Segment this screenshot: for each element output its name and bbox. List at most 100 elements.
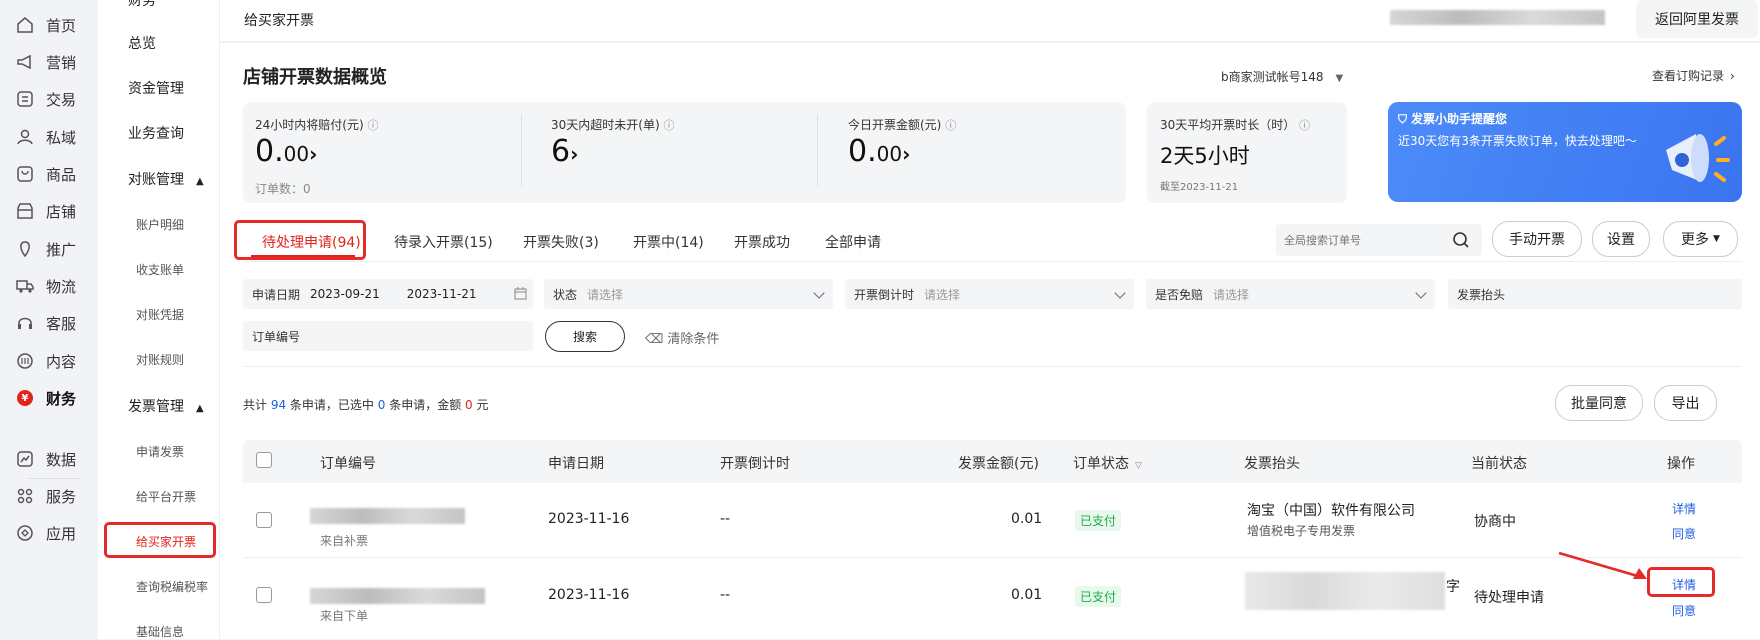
order-number-filter[interactable]: 订单编号: [243, 321, 533, 351]
invoice-title-tail: 字: [1446, 579, 1460, 595]
subnav-invoice-group[interactable]: 发票管理 ▲: [128, 396, 204, 416]
nav-finance[interactable]: ¥ 财务: [0, 378, 98, 418]
search-button[interactable]: 搜索: [545, 321, 625, 352]
page-title: 给买家开票: [244, 13, 314, 29]
nav-data[interactable]: 数据: [0, 439, 98, 479]
nav-home[interactable]: 首页: [0, 5, 98, 45]
agree-link[interactable]: 同意: [1672, 602, 1696, 619]
col-invoice-title: 发票抬头: [1244, 456, 1300, 472]
tab-in-progress[interactable]: 开票中(14): [633, 232, 704, 252]
col-order-status[interactable]: 订单状态 ▽: [1073, 453, 1142, 473]
nav-services[interactable]: 服务: [0, 476, 98, 516]
stats-divider: [521, 114, 522, 186]
subscription-link[interactable]: 查看订购记录 ›: [1652, 67, 1735, 84]
subnav-tax-code[interactable]: 查询税编税率: [136, 578, 208, 595]
transaction-icon: [16, 90, 34, 108]
shield-icon: ⛉: [1398, 112, 1408, 126]
tab-all[interactable]: 全部申请: [825, 232, 881, 252]
subnav-basic-info[interactable]: 基础信息: [136, 623, 184, 640]
subnav-business-query[interactable]: 业务查询: [128, 123, 184, 143]
subnav-bills[interactable]: 收支账单: [136, 261, 184, 278]
chevron-down-icon: ▼: [1713, 234, 1720, 244]
search-icon[interactable]: [1452, 231, 1470, 253]
back-to-ali-invoice-button[interactable]: 返回阿里发票: [1636, 0, 1758, 38]
promotion-icon: [16, 240, 34, 258]
nav-service[interactable]: 客服: [0, 303, 98, 343]
subnav-funds[interactable]: 资金管理: [128, 78, 184, 98]
primary-nav: 首页 营销 交易 私域 商品 店铺 推广 物流 客服 内容 ¥ 财务 数据 服务 …: [0, 0, 98, 639]
status-filter[interactable]: 状态 请选择: [544, 279, 833, 309]
clear-filters-button[interactable]: ⌫ 清除条件: [645, 328, 719, 347]
tab-failed[interactable]: 开票失败(3): [523, 232, 599, 252]
subnav-platform-invoice[interactable]: 给平台开票: [136, 488, 196, 505]
exempt-filter[interactable]: 是否免赔 请选择: [1146, 279, 1435, 309]
more-button[interactable]: 更多 ▼: [1663, 221, 1738, 257]
redacted-invoice-title: [1245, 572, 1445, 610]
tab-success[interactable]: 开票成功: [734, 232, 790, 252]
nav-apps[interactable]: 应用: [0, 513, 98, 553]
tab-awaiting-entry[interactable]: 待录入开票(15): [394, 232, 493, 252]
select-all-checkbox[interactable]: [256, 452, 272, 468]
reminder-banner[interactable]: ⛉ 发票小助手提醒您 近30天您有3条开票失败订单，快去处理吧～: [1388, 102, 1742, 202]
nav-logistics[interactable]: 物流: [0, 266, 98, 306]
redacted-order-number: [310, 508, 465, 524]
row-checkbox[interactable]: [256, 587, 272, 603]
app-icon: [16, 524, 34, 542]
filter-icon[interactable]: ▽: [1135, 461, 1142, 471]
settings-button[interactable]: 设置: [1592, 221, 1650, 257]
subnav-apply-invoice[interactable]: 申请发票: [136, 443, 184, 460]
help-icon: ⓘ: [367, 119, 379, 132]
current-status: 协商中: [1474, 514, 1516, 530]
nav-content[interactable]: 内容: [0, 341, 98, 381]
subnav-overview[interactable]: 总览: [128, 33, 156, 53]
stat-overdue-value[interactable]: 6›: [551, 134, 578, 169]
subnav-finance-heading: 财务: [128, 0, 156, 9]
detail-link[interactable]: 详情: [1672, 500, 1696, 517]
calendar-icon[interactable]: [514, 287, 527, 303]
row-checkbox[interactable]: [256, 512, 272, 528]
bulk-approve-button[interactable]: 批量同意: [1555, 385, 1643, 421]
date-start[interactable]: 2023-09-21: [310, 287, 380, 301]
subnav-reconcile-group[interactable]: 对账管理 ▲: [128, 169, 204, 189]
status-badge: 已支付: [1075, 586, 1122, 607]
selection-summary: 共计 94 条申请，已选中 0 条申请，金额 0 元: [243, 398, 489, 412]
date-range-filter[interactable]: 申请日期 2023-09-21 2023-11-21: [243, 279, 533, 309]
account-selector[interactable]: b商家测试帐号148 ▼: [1221, 68, 1343, 85]
col-order-number: 订单编号: [320, 456, 376, 472]
status-badge: 已支付: [1075, 510, 1122, 531]
stat-today-amount-value[interactable]: 0.00›: [848, 134, 910, 169]
stat-compensation-value[interactable]: 0.00›: [255, 134, 317, 169]
current-status: 待处理申请: [1474, 590, 1544, 606]
manual-invoice-button[interactable]: 手动开票: [1492, 221, 1582, 257]
invoice-amount: 0.01: [1011, 511, 1043, 527]
stat-overdue-label: 30天内超时未开(单) ⓘ: [551, 118, 675, 132]
avg-duration-value: 2天5小时: [1160, 144, 1250, 168]
annotation-arrow-icon: [1555, 548, 1649, 586]
nav-promotion[interactable]: 推广: [0, 229, 98, 269]
countdown-filter[interactable]: 开票倒计时 请选择: [845, 279, 1134, 309]
col-amount: 发票金额(元): [958, 456, 1039, 472]
nav-store[interactable]: 店铺: [0, 191, 98, 231]
apply-date: 2023-11-16: [548, 587, 630, 603]
page-header: 给买家开票 返回阿里发票: [220, 0, 1760, 42]
nav-marketing[interactable]: 营销: [0, 42, 98, 82]
subnav-account-detail[interactable]: 账户明细: [136, 216, 184, 233]
overview-title: 店铺开票数据概览: [243, 67, 387, 88]
nav-transaction[interactable]: 交易: [0, 79, 98, 119]
global-search[interactable]: [1276, 224, 1482, 256]
date-end[interactable]: 2023-11-21: [407, 287, 477, 301]
agree-link[interactable]: 同意: [1672, 525, 1696, 542]
col-actions: 操作: [1667, 456, 1695, 472]
export-button[interactable]: 导出: [1654, 385, 1717, 421]
nav-goods[interactable]: 商品: [0, 154, 98, 194]
invoice-title-filter[interactable]: 发票抬头: [1448, 279, 1742, 309]
tab-pending[interactable]: 待处理申请(94): [262, 232, 361, 252]
subnav-vouchers[interactable]: 对账凭据: [136, 306, 184, 323]
headset-icon: [16, 314, 34, 332]
nav-private[interactable]: 私域: [0, 117, 98, 157]
chevron-right-icon: ›: [309, 142, 318, 166]
eraser-icon: ⌫: [645, 332, 664, 347]
subnav-rules[interactable]: 对账规则: [136, 351, 184, 368]
countdown: --: [720, 587, 731, 603]
search-input[interactable]: [1284, 231, 1444, 249]
